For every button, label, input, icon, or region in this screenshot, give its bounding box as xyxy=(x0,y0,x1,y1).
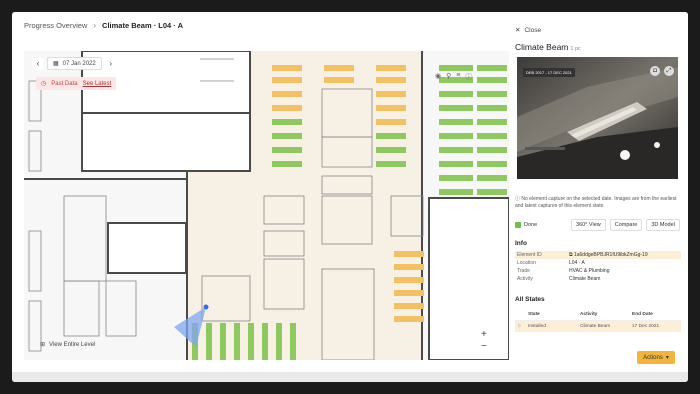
view-entire-level-label: View Entire Level xyxy=(49,341,96,348)
bottom-strip xyxy=(12,372,688,382)
status-badge: Done xyxy=(515,222,567,228)
zoom-out-button[interactable]: − xyxy=(481,342,487,352)
expand-photo-icon[interactable]: ⤢ xyxy=(664,66,674,76)
radio-icon[interactable]: ○ xyxy=(515,324,528,329)
expand-icon: ⊞ xyxy=(40,342,46,348)
status-label: Done xyxy=(524,222,538,228)
element-details-panel: ✕ Close Climate Beam 1 pc DEB 2017 - 17 … xyxy=(515,26,681,361)
actions-button[interactable]: Actions ▾ xyxy=(637,351,675,364)
states-table: State Activity End Date ○ Installed Clim… xyxy=(515,309,681,332)
element-name: Climate Beam xyxy=(515,42,569,52)
map-tools: ◉ ⚲ ≡ ⓘ xyxy=(435,72,472,82)
info-table: Element ID ⧉ 1a6ddgeBPBJR1fU9ibkZmGg-19 … xyxy=(515,251,681,283)
capture-note: ⓘ No element capture on the selected dat… xyxy=(515,196,677,210)
past-data-label: Past Data xyxy=(51,80,78,87)
past-data-banner: ◷ Past Data See Latest xyxy=(36,77,117,90)
info-icon[interactable]: ⓘ xyxy=(465,72,472,82)
actions-label: Actions xyxy=(643,354,663,361)
state-cell: Installed xyxy=(528,324,546,329)
next-date-button[interactable]: › xyxy=(104,57,117,70)
filter-icon[interactable]: ≡ xyxy=(456,72,460,82)
close-icon: ✕ xyxy=(515,27,521,34)
info-key: Trade xyxy=(517,268,530,274)
360-view-button[interactable]: 360° View xyxy=(571,219,606,231)
states-col-activity: Activity xyxy=(580,312,598,317)
eye-icon[interactable]: ◉ xyxy=(435,72,441,82)
pin-icon[interactable]: ⚲ xyxy=(446,72,451,82)
window-frame: Progress Overview › Climate Beam · L04 ·… xyxy=(12,12,688,382)
element-quantity: 1 pc xyxy=(570,46,581,52)
capture-date-tag: DEB 2017 - 17 DEC 2021 xyxy=(523,68,575,77)
info-value[interactable]: ⧉ 1a6ddgeBPBJR1fU9ibkZmGg-19 xyxy=(569,252,648,258)
info-key: Activity xyxy=(517,276,533,282)
info-value: Climate Beam xyxy=(569,276,601,282)
breadcrumb: Progress Overview › Climate Beam · L04 ·… xyxy=(24,21,183,30)
info-row: Location L04 · A xyxy=(515,259,681,267)
element-actions-row: Done 360° View Compare 3D Model xyxy=(515,219,681,231)
all-states-heading: All States xyxy=(515,296,545,303)
chevron-right-icon: › xyxy=(93,21,97,30)
states-header-row: State Activity End Date xyxy=(515,309,681,321)
calendar-icon: ▦ xyxy=(53,61,59,67)
activity-cell: Climate Beam xyxy=(580,324,611,329)
close-button[interactable]: ✕ Close xyxy=(515,26,681,35)
view-entire-level-button[interactable]: ⊞ View Entire Level xyxy=(40,341,96,349)
breadcrumb-current: Climate Beam · L04 · A xyxy=(102,21,184,30)
info-value: HVAC & Plumbing xyxy=(569,268,610,274)
info-key: Location xyxy=(517,260,536,266)
chevron-down-icon: ▾ xyxy=(665,355,669,361)
date-label: 07 Jan 2022 xyxy=(62,60,96,67)
zoom-controls: + − xyxy=(481,330,487,352)
states-col-end-date: End Date xyxy=(632,312,653,317)
3d-model-button[interactable]: 3D Model xyxy=(646,219,680,231)
status-dot xyxy=(515,222,521,228)
clock-icon: ◷ xyxy=(41,81,47,87)
floor-plan-map[interactable]: ‹ ▦ 07 Jan 2022 › ◷ Past Data See Latest… xyxy=(24,51,509,360)
see-latest-link[interactable]: See Latest xyxy=(83,81,112,87)
date-picker[interactable]: ▦ 07 Jan 2022 xyxy=(47,57,102,70)
floor-plan-drawing xyxy=(24,51,509,360)
info-value: L04 · A xyxy=(569,260,585,266)
capture-note-text: No element capture on the selected date.… xyxy=(515,196,677,209)
compare-button[interactable]: Compare xyxy=(609,219,643,231)
date-navigator: ‹ ▦ 07 Jan 2022 › xyxy=(32,57,117,70)
table-row[interactable]: ○ Installed Climate Beam 17 Dec 2021 xyxy=(515,321,681,332)
info-row: Element ID ⧉ 1a6ddgeBPBJR1fU9ibkZmGg-19 xyxy=(515,251,681,259)
previous-date-button[interactable]: ‹ xyxy=(32,57,44,70)
info-heading: Info xyxy=(515,240,527,247)
capture-photo[interactable]: DEB 2017 - 17 DEC 2021 ◘ ⤢ xyxy=(517,57,678,179)
end-date-cell: 17 Dec 2021 xyxy=(632,324,660,329)
info-key: Element ID xyxy=(517,252,542,258)
close-label: Close xyxy=(524,26,542,34)
app-root: Progress Overview › Climate Beam · L04 ·… xyxy=(12,12,688,372)
camera-icon[interactable]: ◘ xyxy=(650,66,660,76)
element-title: Climate Beam 1 pc xyxy=(515,42,581,52)
info-row: Trade HVAC & Plumbing xyxy=(515,267,681,275)
states-col-state: State xyxy=(528,312,540,317)
info-row: Activity Climate Beam xyxy=(515,275,681,283)
camera-location-marker xyxy=(203,304,209,310)
breadcrumb-root[interactable]: Progress Overview xyxy=(24,21,87,30)
zoom-in-button[interactable]: + xyxy=(481,330,487,340)
